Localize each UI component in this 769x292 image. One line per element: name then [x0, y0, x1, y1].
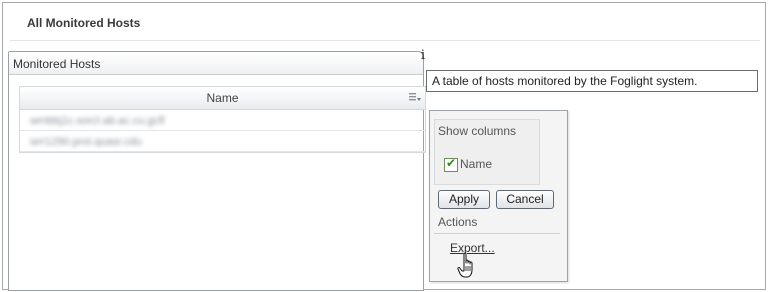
name-column-checkbox-label: Name: [460, 157, 493, 171]
info-tooltip: A table of hosts monitored by the Foglig…: [426, 70, 758, 92]
check-icon: ✔: [446, 156, 457, 170]
column-header-label: Name: [206, 91, 239, 105]
hosts-table: Name wmbbj1c.sorcl.ab.ac.cu.gcfl wrr1290…: [19, 86, 426, 153]
monitored-hosts-panel: Monitored Hosts i Name wmbbj1c.sorcl.ab.…: [8, 48, 426, 291]
table-row[interactable]: wmbbj1c.sorcl.ab.ac.cu.gcfl: [20, 110, 425, 131]
panel-title: Monitored Hosts: [13, 57, 101, 71]
actions-label: Actions: [438, 215, 478, 229]
column-menu-icon[interactable]: [409, 92, 421, 103]
actions-divider: [434, 233, 560, 234]
panel-header: Monitored Hosts i: [9, 48, 425, 75]
page-title: All Monitored Hosts: [27, 16, 141, 30]
name-column-checkbox[interactable]: ✔: [444, 156, 458, 172]
show-columns-label: Show columns: [438, 124, 517, 138]
cancel-button[interactable]: Cancel: [496, 190, 554, 209]
info-icon[interactable]: i: [421, 48, 425, 63]
column-options-popup: Show columns ✔ Name Apply Cancel Actions…: [429, 110, 568, 282]
name-column-header[interactable]: Name: [20, 87, 425, 110]
table-row[interactable]: wrr1290.proi.quasr.cdu: [20, 131, 425, 152]
host-name-cell: wmbbj1c.sorcl.ab.ac.cu.gcfl: [30, 115, 165, 127]
title-divider: [10, 40, 760, 41]
apply-button[interactable]: Apply: [438, 190, 490, 209]
hand-pointer-icon: [457, 252, 473, 278]
host-name-cell: wrr1290.proi.quasr.cdu: [30, 136, 142, 148]
